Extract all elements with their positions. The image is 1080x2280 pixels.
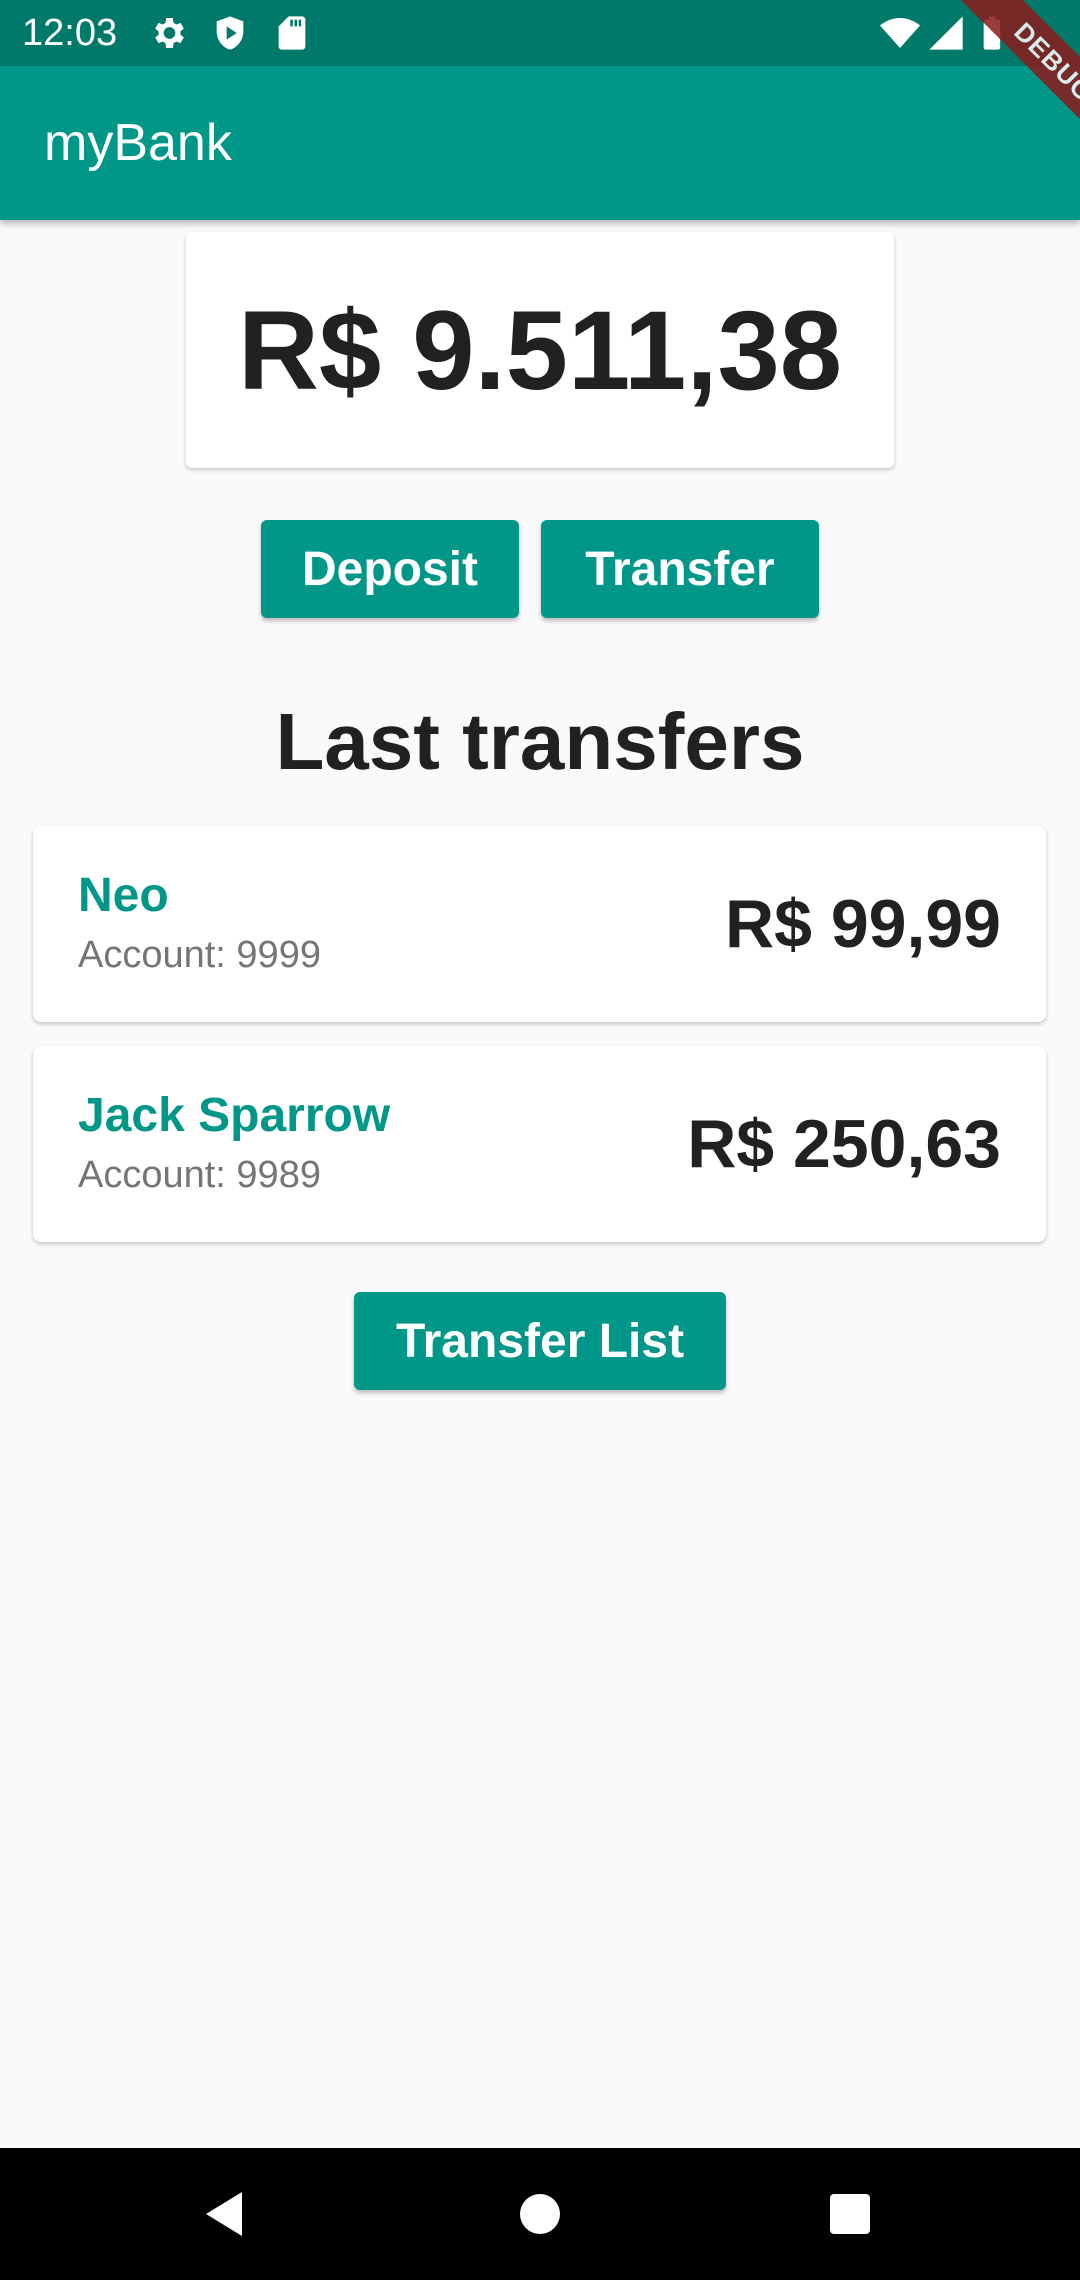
app-title: myBank [44,114,232,172]
settings-icon [148,13,188,53]
app-bar: myBank [0,66,1080,220]
transfer-card[interactable]: Neo Account: 9999 R$ 99,99 [33,826,1046,1022]
balance-amount: R$ 9.511,38 [237,287,843,413]
recents-icon[interactable] [810,2174,890,2254]
back-icon[interactable] [184,2174,264,2254]
sd-card-icon [272,13,312,53]
signal-icon [926,13,966,53]
section-title: Last transfers [275,697,805,786]
wifi-icon [880,13,920,53]
balance-card: R$ 9.511,38 [186,232,894,468]
transfer-value: R$ 250,63 [687,1106,1001,1182]
deposit-button[interactable]: Deposit [261,520,519,618]
transfer-card[interactable]: Jack Sparrow Account: 9989 R$ 250,63 [33,1046,1046,1242]
status-bar: 12:03 [0,0,1080,66]
transfer-name: Neo [78,869,169,922]
transfer-account: Account: 9989 [78,1154,321,1196]
transfer-account: Account: 9999 [78,934,321,976]
shield-play-icon [210,13,250,53]
transfer-name: Jack Sparrow [78,1089,391,1142]
transfer-value: R$ 99,99 [725,886,1001,962]
transfer-button[interactable]: Transfer [541,520,819,618]
home-icon[interactable] [500,2174,580,2254]
status-time: 12:03 [22,12,118,54]
battery-icon [972,13,1012,53]
nav-bar [0,2148,1080,2280]
transfer-list-button[interactable]: Transfer List [354,1292,726,1390]
